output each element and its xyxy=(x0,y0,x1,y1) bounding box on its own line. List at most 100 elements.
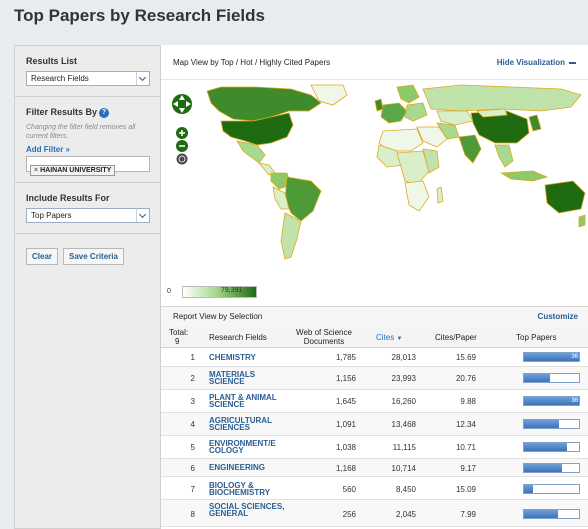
field-link[interactable]: ENVIRONMENT/E COLOGY xyxy=(209,440,287,455)
table-row[interactable]: 1 CHEMISTRY 1,785 28,013 15.69 36 xyxy=(161,348,588,367)
cites-cell: 13,468 xyxy=(391,420,416,429)
top-papers-count: 23 xyxy=(571,421,578,427)
map-region-new-zealand xyxy=(578,214,586,228)
top-papers-bar: 22 xyxy=(523,508,580,519)
results-list-section: Results List Research Fields xyxy=(15,46,160,97)
save-criteria-button[interactable]: Save Criteria xyxy=(63,247,124,265)
table-row[interactable]: 4 AGRICULTURAL SCIENCES 1,091 13,468 12.34 23 xyxy=(161,412,588,436)
map-region-southeast-asia xyxy=(494,144,514,168)
chevron-down-icon xyxy=(136,72,149,85)
field-link[interactable]: BIOLOGY & BIOCHEMISTRY xyxy=(209,481,287,496)
documents-cell: 1,785 xyxy=(335,353,356,363)
cites-cell: 23,993 xyxy=(391,374,416,383)
field-link[interactable]: AGRICULTURAL SCIENCES xyxy=(209,417,287,432)
globe-icon[interactable] xyxy=(176,153,188,165)
top-papers-count: 25 xyxy=(571,464,578,471)
map-region-uk xyxy=(374,98,384,112)
map-region-korea-japan xyxy=(528,114,542,132)
chevron-down-icon xyxy=(136,208,149,222)
main-panel: Map View by Top / Hot / Highly Cited Pap… xyxy=(161,45,588,529)
top-papers-bar-fill xyxy=(524,420,560,428)
documents-cell: 1,168 xyxy=(335,463,356,473)
top-papers-bar: 36 xyxy=(523,396,580,406)
cites-cell: 2,045 xyxy=(395,509,416,519)
cites-cell: 8,450 xyxy=(395,484,416,494)
cites-per-paper-cell: 12.34 xyxy=(455,420,476,429)
table-row[interactable]: 8 SOCIAL SCIENCES, GENERAL 256 2,045 7.99 22 xyxy=(161,500,588,527)
filter-chip-label: HAINAN UNIVERSITY xyxy=(40,166,112,174)
rank-cell: 7 xyxy=(190,484,195,494)
filter-label: Filter Results By? xyxy=(26,107,149,118)
cites-cell: 28,013 xyxy=(391,353,416,363)
help-icon[interactable]: ? xyxy=(99,107,110,118)
results-table: Total: 9 Research Fields Web of Science … xyxy=(161,326,588,529)
filter-section: Filter Results By? Changing the filter f… xyxy=(15,97,160,183)
zoom-in-icon[interactable] xyxy=(176,127,188,139)
documents-cell: 1,156 xyxy=(335,374,356,383)
include-label: Include Results For xyxy=(26,192,110,203)
documents-header[interactable]: Web of Science Documents xyxy=(289,328,359,346)
top-papers-bar-fill xyxy=(524,374,550,382)
visualization-header: Map View by Top / Hot / Highly Cited Pap… xyxy=(161,45,588,80)
filter-chip[interactable]: × HAINAN UNIVERSITY xyxy=(30,164,116,176)
include-value: Top Papers xyxy=(31,210,72,220)
map-region-kazakhstan xyxy=(436,110,474,126)
map-region-argentina xyxy=(280,212,302,260)
remove-icon[interactable]: × xyxy=(34,167,38,174)
report-title: Report View by Selection xyxy=(173,312,263,321)
legend-color-bar xyxy=(182,286,257,298)
customize-link[interactable]: Customize xyxy=(538,312,578,321)
rank-cell: 3 xyxy=(190,397,195,406)
field-link[interactable]: SOCIAL SCIENCES, GENERAL xyxy=(209,503,287,518)
report-header: Report View by Selection Customize xyxy=(161,306,588,326)
documents-cell: 1,645 xyxy=(335,397,356,406)
table-row[interactable]: 7 BIOLOGY & BIOCHEMISTRY 560 8,450 15.09 6 xyxy=(161,477,588,500)
button-row: Clear Save Criteria xyxy=(15,234,160,277)
world-map[interactable] xyxy=(161,81,588,303)
cites-per-paper-cell: 9.17 xyxy=(460,463,476,473)
table-row[interactable]: 2 MATERIALS SCIENCE 1,156 23,993 20.76 17 xyxy=(161,366,588,390)
map-region-europe-east xyxy=(404,102,428,122)
field-link[interactable]: ENGINEERING xyxy=(209,464,287,472)
top-papers-count: 36 xyxy=(571,398,578,404)
top-papers-count: 6 xyxy=(574,485,578,492)
total-header: Total: xyxy=(169,328,189,337)
legend-min-label: 0 xyxy=(167,288,171,295)
results-list-select[interactable]: Research Fields xyxy=(26,71,150,86)
field-link[interactable]: PLANT & ANIMAL SCIENCE xyxy=(209,394,287,409)
include-select[interactable]: Top Papers xyxy=(26,207,150,223)
map-region-central-africa xyxy=(396,150,430,186)
map-region-scandinavia xyxy=(396,84,420,104)
total-count: 9 xyxy=(175,337,180,346)
top-papers-count: 28 xyxy=(571,444,578,450)
add-filter-link[interactable]: Add Filter » xyxy=(26,145,149,154)
cites-cell: 16,260 xyxy=(391,397,416,406)
field-link[interactable]: MATERIALS SCIENCE xyxy=(209,371,287,386)
cites-per-paper-header[interactable]: Cites/Paper xyxy=(435,333,477,342)
results-list-value: Research Fields xyxy=(31,74,89,83)
documents-cell: 1,038 xyxy=(335,443,356,452)
map-region-brazil xyxy=(284,176,322,222)
hide-visualization-link[interactable]: Hide Visualization xyxy=(497,58,576,67)
table-row[interactable]: 5 ENVIRONMENT/E COLOGY 1,038 11,115 10.71 28 xyxy=(161,436,588,459)
field-header[interactable]: Research Fields xyxy=(209,333,267,342)
clear-button[interactable]: Clear xyxy=(26,247,59,265)
field-link[interactable]: CHEMISTRY xyxy=(209,353,287,361)
documents-cell: 256 xyxy=(342,509,356,519)
top-papers-header[interactable]: Top Papers xyxy=(516,333,556,342)
cites-header[interactable]: Cites ▼ xyxy=(376,333,402,344)
table-row[interactable]: 3 PLANT & ANIMAL SCIENCE 1,645 16,260 9.88 36 xyxy=(161,390,588,413)
page-title: Top Papers by Research Fields xyxy=(14,6,265,25)
map-pan-control[interactable] xyxy=(172,94,192,114)
top-papers-bar-fill xyxy=(524,484,534,493)
map-region-canada xyxy=(206,86,322,122)
table-row[interactable]: 6 ENGINEERING 1,168 10,714 9.17 25 xyxy=(161,458,588,477)
rank-cell: 8 xyxy=(190,509,195,519)
map-region-southern-africa xyxy=(404,180,430,212)
map-region-indonesia xyxy=(499,170,549,182)
legend-max-label: 79,391 xyxy=(221,287,243,294)
top-papers-bar: 17 xyxy=(523,373,580,383)
zoom-out-icon[interactable] xyxy=(176,140,188,152)
cites-per-paper-cell: 15.69 xyxy=(455,353,476,363)
documents-cell: 560 xyxy=(342,484,356,494)
